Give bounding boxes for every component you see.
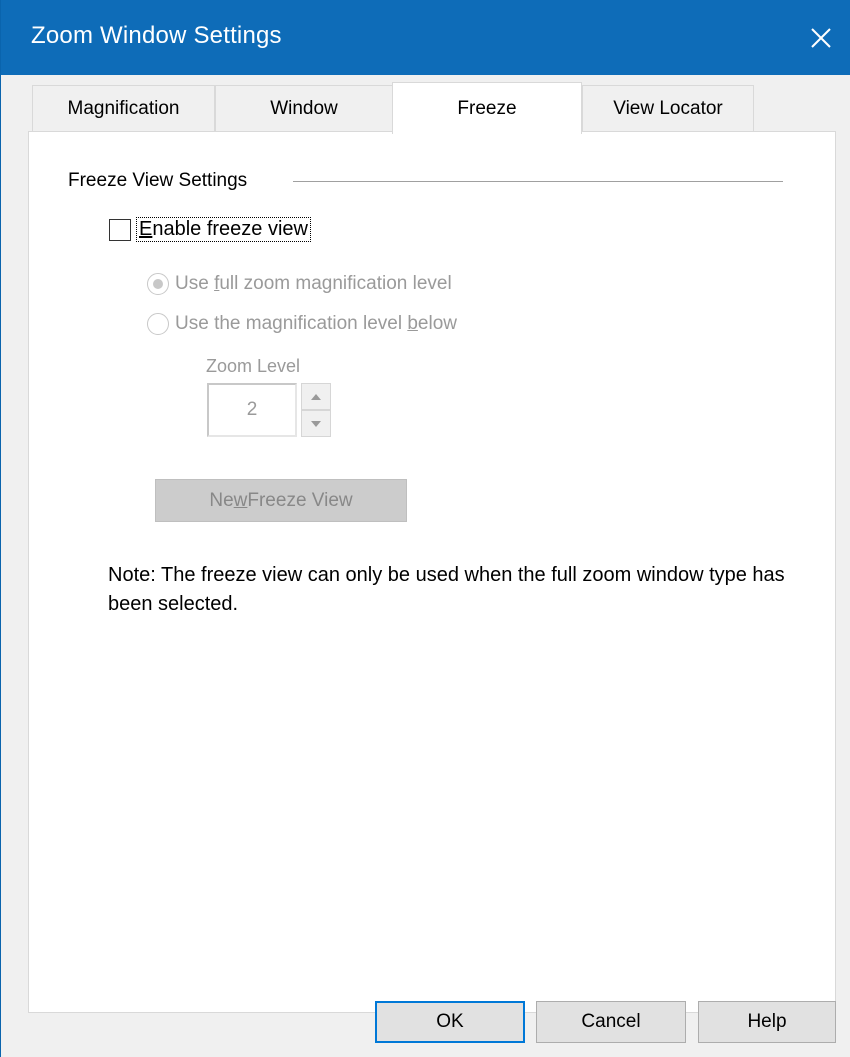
zoom-level-increment[interactable]: [301, 383, 331, 410]
enable-freeze-label: Enable freeze view: [136, 217, 311, 242]
radio-full-zoom-row[interactable]: Use full zoom magnification level: [147, 273, 452, 295]
radio-below[interactable]: [147, 313, 169, 335]
new-freeze-view-button[interactable]: Ne w Freeze View: [155, 479, 407, 522]
zoom-level-label: Zoom Level: [206, 356, 301, 376]
radio-full-suffix: ull zoom magnification level: [219, 273, 452, 294]
tab-magnification[interactable]: Magnification: [32, 85, 215, 131]
tab-freeze[interactable]: Freeze: [392, 82, 582, 134]
radio-full-prefix: Use: [175, 273, 215, 294]
new-freeze-prefix: Ne: [209, 489, 234, 511]
chevron-up-icon: [311, 393, 321, 400]
radio-below-mnemonic: b: [407, 313, 418, 334]
ok-button[interactable]: OK: [375, 1001, 525, 1043]
radio-full-zoom-label: Use full zoom magnification level: [175, 273, 452, 295]
dialog-window: Zoom Window Settings Magnification Windo…: [0, 0, 850, 1057]
radio-below-suffix: elow: [417, 313, 457, 334]
group-divider: [293, 181, 783, 182]
tab-window[interactable]: Window: [215, 85, 393, 131]
enable-freeze-checkbox[interactable]: [109, 218, 131, 241]
group-title: Freeze View Settings: [68, 170, 248, 191]
enable-freeze-checkbox-row[interactable]: Enable freeze view: [109, 217, 311, 242]
enable-freeze-label-rest: nable freeze view: [152, 218, 308, 240]
window-title: Zoom Window Settings: [31, 22, 282, 49]
chevron-down-icon: [311, 420, 321, 427]
new-freeze-mnemonic: w: [233, 489, 248, 511]
tab-view-locator[interactable]: View Locator: [582, 85, 754, 131]
close-button[interactable]: [791, 0, 850, 75]
radio-below-label: Use the magnification level below: [175, 313, 457, 335]
title-bar: Zoom Window Settings: [1, 0, 850, 75]
radio-below-row[interactable]: Use the magnification level below: [147, 313, 457, 335]
zoom-level-decrement[interactable]: [301, 410, 331, 437]
close-icon: [811, 27, 831, 48]
enable-freeze-mnemonic: E: [139, 218, 153, 240]
freeze-note: Note: The freeze view can only be used w…: [108, 564, 785, 615]
cancel-button[interactable]: Cancel: [536, 1001, 686, 1043]
radio-full-zoom[interactable]: [147, 273, 169, 295]
zoom-level-input[interactable]: 2: [207, 383, 297, 437]
new-freeze-suffix: Freeze View: [247, 489, 353, 511]
help-button[interactable]: Help: [698, 1001, 836, 1043]
radio-below-prefix: Use the magnification level: [175, 313, 408, 334]
